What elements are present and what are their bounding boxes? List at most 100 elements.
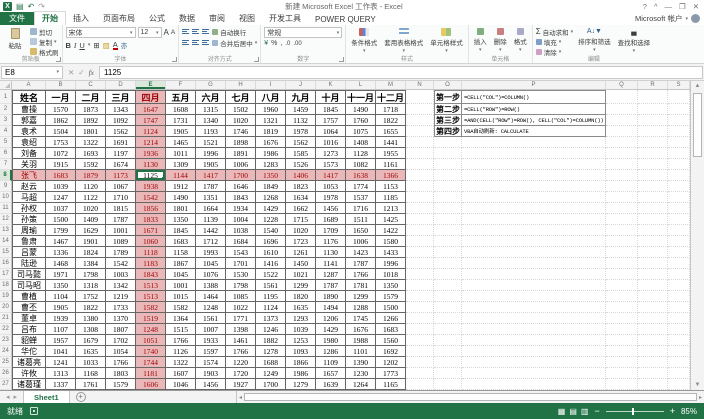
column-header-B[interactable]: B (46, 81, 76, 89)
value-cell-鲁肃-三月[interactable]: 1089 (106, 236, 136, 247)
value-cell-诸葛亮-七月[interactable]: 1220 (226, 357, 256, 368)
cell-R7[interactable] (638, 159, 668, 170)
value-cell-诸葛瑾-八月[interactable]: 1700 (256, 379, 286, 390)
value-cell-吕布-五月[interactable]: 1515 (166, 324, 196, 335)
value-cell-陆逊-二月[interactable]: 1384 (76, 258, 106, 269)
scroll-up-icon[interactable]: ▲ (695, 81, 701, 91)
value-cell-曹操-一月[interactable]: 1570 (46, 104, 76, 115)
name-cell-诸葛亮[interactable]: 诸葛亮 (12, 357, 46, 368)
value-cell-袁绍-五月[interactable]: 1465 (166, 137, 196, 148)
value-cell-司马懿-二月[interactable]: 1798 (76, 269, 106, 280)
shrink-font-button[interactable]: A (171, 29, 175, 36)
name-cell-刘备[interactable]: 刘备 (12, 148, 46, 159)
cell-R1[interactable] (638, 90, 668, 104)
column-header-M[interactable]: M (376, 81, 406, 89)
value-cell-刘备-四月[interactable]: 1936 (136, 148, 166, 159)
value-cell-鲁肃-七月[interactable]: 1684 (226, 236, 256, 247)
value-cell-司马懿-十月[interactable]: 1287 (316, 269, 346, 280)
cell-N10[interactable] (406, 192, 434, 203)
value-cell-吕布-二月[interactable]: 1308 (76, 324, 106, 335)
dialog-launcher-icon[interactable] (254, 57, 259, 62)
value-cell-周瑜-三月[interactable]: 1001 (106, 225, 136, 236)
cell-N16[interactable] (406, 258, 434, 269)
value-cell-陆逊-十二月[interactable]: 1996 (376, 258, 406, 269)
value-cell-郭嘉-七月[interactable]: 1020 (226, 115, 256, 126)
cell-S10[interactable] (668, 192, 690, 203)
minimize-icon[interactable]: — (664, 2, 672, 11)
value-cell-诸葛亮-一月[interactable]: 1241 (46, 357, 76, 368)
sheet-tab-sheet1[interactable]: Sheet1 (23, 391, 70, 403)
cell-Q1[interactable] (606, 90, 638, 104)
cell-P14[interactable] (462, 236, 606, 247)
value-cell-袁绍-十二月[interactable]: 1441 (376, 137, 406, 148)
value-cell-陆逊-三月[interactable]: 1542 (106, 258, 136, 269)
value-cell-诸葛亮-八月[interactable]: 1688 (256, 357, 286, 368)
value-cell-周瑜-十月[interactable]: 1709 (316, 225, 346, 236)
column-header-K[interactable]: K (316, 81, 346, 89)
cell-O7[interactable] (434, 159, 462, 170)
value-cell-马超-十一月[interactable]: 1537 (346, 192, 376, 203)
column-header-I[interactable]: I (256, 81, 286, 89)
value-cell-袁术-三月[interactable]: 1562 (106, 126, 136, 137)
value-cell-貂蝉-六月[interactable]: 1933 (196, 335, 226, 346)
tab-审阅[interactable]: 审阅 (202, 12, 232, 25)
value-cell-张飞-十月[interactable]: 1417 (316, 170, 346, 181)
value-cell-貂蝉-十一月[interactable]: 1988 (346, 335, 376, 346)
align-left-icon[interactable] (182, 40, 189, 45)
cell-P9[interactable] (462, 181, 606, 192)
value-cell-诸葛瑾-三月[interactable]: 1579 (106, 379, 136, 390)
name-cell-袁术[interactable]: 袁术 (12, 126, 46, 137)
value-cell-貂蝉-十二月[interactable]: 1560 (376, 335, 406, 346)
cell-N19[interactable] (406, 291, 434, 302)
cell-S6[interactable] (668, 148, 690, 159)
cell-O26[interactable] (434, 368, 462, 379)
value-cell-郭嘉-六月[interactable]: 1340 (196, 115, 226, 126)
value-cell-曹丕-四月[interactable]: 1582 (136, 302, 166, 313)
name-cell-吕布[interactable]: 吕布 (12, 324, 46, 335)
cell-N3[interactable] (406, 115, 434, 126)
value-cell-刘备-三月[interactable]: 1197 (106, 148, 136, 159)
value-cell-诸葛瑾-二月[interactable]: 1761 (76, 379, 106, 390)
cell-O14[interactable] (434, 236, 462, 247)
value-cell-诸葛瑾-九月[interactable]: 1279 (286, 379, 316, 390)
align-bottom-icon[interactable] (202, 29, 209, 34)
column-header-H[interactable]: H (226, 81, 256, 89)
cell-O23[interactable] (434, 335, 462, 346)
value-cell-周瑜-五月[interactable]: 1845 (166, 225, 196, 236)
cell-N18[interactable] (406, 280, 434, 291)
name-cell-司马昭[interactable]: 司马昭 (12, 280, 46, 291)
wrap-text-button[interactable]: 自动换行 (212, 27, 246, 36)
cell-N12[interactable] (406, 214, 434, 225)
value-cell-孙策-四月[interactable]: 1833 (136, 214, 166, 225)
restore-icon[interactable]: ❐ (679, 2, 686, 11)
row-header-3[interactable]: 3 (0, 115, 12, 126)
cell-R9[interactable] (638, 181, 668, 192)
cell-R5[interactable] (638, 137, 668, 148)
cell-O27[interactable] (434, 379, 462, 390)
column-header-L[interactable]: L (346, 81, 376, 89)
cell-P22[interactable] (462, 324, 606, 335)
value-cell-袁绍-八月[interactable]: 1676 (256, 137, 286, 148)
value-cell-郭嘉-十一月[interactable]: 1760 (346, 115, 376, 126)
column-header-P[interactable]: P (462, 81, 606, 89)
value-cell-司马昭-一月[interactable]: 1350 (46, 280, 76, 291)
value-cell-袁术-十二月[interactable]: 1655 (376, 126, 406, 137)
value-cell-赵云-九月[interactable]: 1823 (286, 181, 316, 192)
value-cell-袁术-二月[interactable]: 1801 (76, 126, 106, 137)
value-cell-刘备-九月[interactable]: 1585 (286, 148, 316, 159)
select-all-corner[interactable] (0, 81, 12, 90)
value-cell-郭嘉-八月[interactable]: 1321 (256, 115, 286, 126)
value-cell-刘备-二月[interactable]: 1693 (76, 148, 106, 159)
value-cell-刘备-十月[interactable]: 1273 (316, 148, 346, 159)
value-cell-诸葛亮-四月[interactable]: 1744 (136, 357, 166, 368)
cell-P19[interactable] (462, 291, 606, 302)
value-cell-吕布-十一月[interactable]: 1676 (346, 324, 376, 335)
value-cell-鲁肃-四月[interactable]: 1060 (136, 236, 166, 247)
cell-O5[interactable] (434, 137, 462, 148)
value-cell-貂蝉-五月[interactable]: 1766 (166, 335, 196, 346)
step-label-2[interactable]: 第二步 (434, 104, 462, 115)
value-cell-诸葛亮-三月[interactable]: 1766 (106, 357, 136, 368)
tab-公式[interactable]: 公式 (142, 12, 172, 25)
conditional-formatting-button[interactable]: 条件格式▾ (349, 27, 379, 55)
cell-R17[interactable] (638, 269, 668, 280)
